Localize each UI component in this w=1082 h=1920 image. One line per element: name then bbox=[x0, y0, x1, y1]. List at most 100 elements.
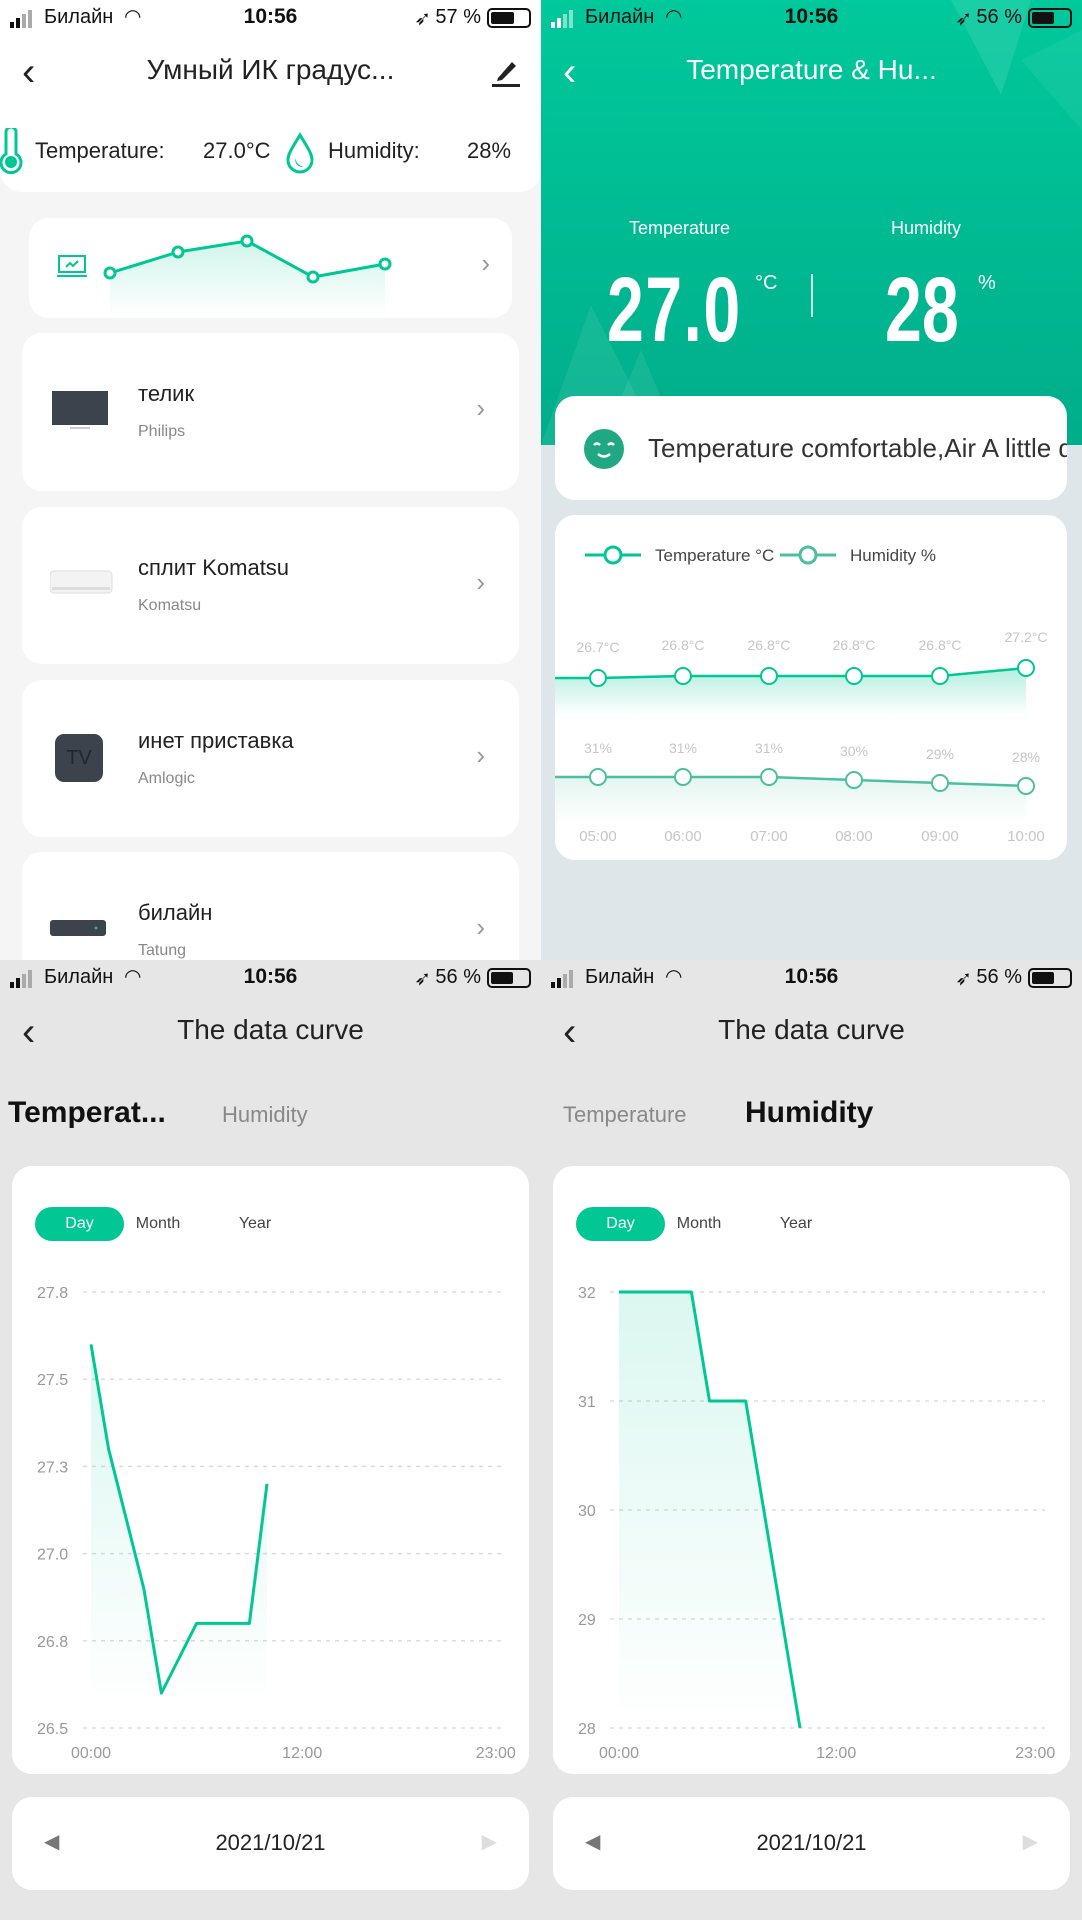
y-tick-label: 31 bbox=[578, 1394, 596, 1411]
device-screen: Билайн ◠ 10:56 ➶ 57 % ‹ Умный ИК градус.… bbox=[0, 0, 541, 960]
area-fill bbox=[91, 1344, 267, 1708]
chevron-right-icon: › bbox=[476, 393, 485, 423]
x-tick-label: 00:00 bbox=[71, 1745, 111, 1762]
next-day-arrow-icon[interactable]: ▶ bbox=[1023, 1829, 1038, 1854]
date-label: 2021/10/21 bbox=[756, 1830, 867, 1855]
device-brand: Komatsu bbox=[138, 597, 202, 614]
device-brand: Amlogic bbox=[138, 770, 195, 787]
data-label: 26.8°C bbox=[833, 637, 876, 653]
device-item[interactable]: билайн Tatung › bbox=[22, 852, 519, 960]
device-name: инет приставка bbox=[138, 728, 294, 753]
x-tick-label: 07:00 bbox=[750, 828, 788, 845]
x-tick-label: 05:00 bbox=[579, 828, 617, 845]
chevron-right-icon: › bbox=[476, 912, 485, 942]
data-point bbox=[589, 669, 607, 687]
battery-icon bbox=[487, 8, 531, 28]
temperature-humidity-screen: Билайн ◠ 10:56 ➶ 56 % ‹ Temperature & Hu… bbox=[541, 0, 1082, 960]
device-item[interactable]: TV инет приставка Amlogic › bbox=[22, 680, 519, 837]
battery-icon bbox=[487, 968, 531, 988]
humidity-value: 28 bbox=[885, 259, 959, 361]
set-top-box-icon bbox=[50, 920, 106, 936]
status-bar: Билайн ◠ 10:56 ➶ 56 % bbox=[0, 960, 541, 996]
edit-icon[interactable] bbox=[490, 56, 522, 88]
data-label: 26.7°C bbox=[577, 639, 620, 655]
y-tick-label: 27.3 bbox=[37, 1459, 68, 1476]
date-selector: ◀ 2021/10/21 ▶ bbox=[553, 1797, 1070, 1890]
page-title: Temperature & Hu... bbox=[686, 54, 937, 85]
y-tick-label: 26.5 bbox=[37, 1721, 68, 1738]
device-item[interactable]: сплит Komatsu Komatsu › bbox=[22, 507, 519, 664]
data-point bbox=[1017, 659, 1035, 677]
tv-icon bbox=[52, 391, 108, 429]
location-icon: ➶ bbox=[955, 8, 972, 30]
temperature-unit: °C bbox=[755, 272, 778, 294]
x-tick-label: 10:00 bbox=[1007, 828, 1045, 845]
tab-temperature[interactable]: Temperature bbox=[563, 1102, 687, 1128]
data-point bbox=[845, 771, 863, 789]
tab-humidity[interactable]: Humidity bbox=[222, 1102, 308, 1128]
chart-card: Day Month Year 32 31 30 29 28 00:00 12:00 23:00 bbox=[553, 1166, 1070, 1774]
x-tick-label: 12:00 bbox=[282, 1745, 322, 1762]
data-label: 30% bbox=[840, 743, 868, 759]
temperature-label: Temperature: bbox=[35, 138, 165, 163]
battery-icon bbox=[1028, 968, 1072, 988]
chevron-right-icon: › bbox=[481, 248, 490, 278]
data-label: 27.2°C bbox=[1005, 629, 1048, 645]
legend-label: Humidity % bbox=[850, 546, 936, 565]
x-tick-label: 23:00 bbox=[1015, 1745, 1055, 1762]
data-label: 31% bbox=[755, 740, 783, 756]
y-tick-label: 27.0 bbox=[37, 1547, 68, 1564]
data-label: 29% bbox=[926, 746, 954, 762]
data-point bbox=[931, 667, 949, 685]
history-area-chart: 32 31 30 29 2800:00 12:00 23:00 bbox=[578, 1285, 1055, 1762]
battery-percent: 56 % bbox=[976, 966, 1022, 988]
legend-marker bbox=[603, 545, 623, 565]
recent-line-chart: Temperature °C Humidity % 26.7°C 26.8°C 26.8… bbox=[555, 545, 1048, 845]
device-brand: Philips bbox=[138, 423, 186, 440]
data-curve-humidity-screen: Билайн ◠ 10:56 ➶ 56 % ‹ The data curve T… bbox=[541, 960, 1082, 1920]
temperature-label: Temperature bbox=[629, 218, 731, 238]
status-bar: Билайн ◠ 10:56 ➶ 56 % bbox=[541, 960, 1082, 996]
page-title: Умный ИК градус... bbox=[146, 54, 395, 85]
battery-icon bbox=[1028, 8, 1072, 28]
status-bar: Билайн ◠ 10:56 ➶ 56 % bbox=[541, 0, 1082, 36]
device-name: сплит Komatsu bbox=[138, 555, 290, 580]
status-bar: Билайн ◠ 10:56 ➶ 57 % bbox=[0, 0, 541, 36]
next-day-arrow-icon[interactable]: ▶ bbox=[482, 1829, 497, 1854]
recent-chart-card[interactable]: Temperature °C Humidity % 26.7°C 26.8°C 26.8… bbox=[555, 515, 1067, 860]
tab-humidity[interactable]: Humidity bbox=[745, 1096, 873, 1130]
y-tick-label: 27.5 bbox=[37, 1372, 68, 1389]
thermometer-icon bbox=[0, 128, 23, 174]
x-tick-label: 09:00 bbox=[921, 828, 959, 845]
device-item[interactable]: телик Philips › bbox=[22, 333, 519, 491]
history-area-chart: 27.8 27.5 27.3 27.0 26.8 26.500:00 12:00 23:00 bbox=[37, 1285, 516, 1762]
comfort-text: Temperature comfortable,Air A little d bbox=[648, 433, 1067, 463]
data-point bbox=[589, 768, 607, 786]
y-tick-label: 26.8 bbox=[37, 1634, 68, 1651]
location-icon: ➶ bbox=[414, 8, 431, 30]
y-tick-label: 27.8 bbox=[37, 1285, 68, 1302]
humidity-unit: % bbox=[978, 272, 996, 294]
tab-temperature[interactable]: Temperat... bbox=[8, 1096, 166, 1130]
data-label: 26.8°C bbox=[748, 637, 791, 653]
humidity-label: Humidity bbox=[891, 218, 962, 238]
chart-card: Day Month Year 27.8 27.5 27.3 27.0 26.8 26.5 0… bbox=[12, 1166, 529, 1774]
data-curve-card[interactable]: › bbox=[29, 218, 512, 318]
y-tick-label: 30 bbox=[578, 1503, 596, 1520]
comfort-card: Temperature comfortable,Air A little d bbox=[555, 396, 1067, 500]
data-label: 26.8°C bbox=[919, 637, 962, 653]
data-label: 31% bbox=[584, 740, 612, 756]
humidity-label: Humidity: bbox=[328, 138, 420, 163]
data-point bbox=[1017, 777, 1035, 795]
data-point bbox=[760, 768, 778, 786]
tv-box-icon: TV bbox=[55, 734, 103, 782]
device-name: телик bbox=[138, 381, 195, 406]
chart-monitor-icon bbox=[57, 255, 87, 277]
battery-percent: 56 % bbox=[435, 966, 481, 988]
x-tick-label: 06:00 bbox=[664, 828, 702, 845]
page-title: The data curve bbox=[177, 1014, 364, 1045]
data-point bbox=[674, 667, 692, 685]
humidity-drop-icon bbox=[286, 132, 314, 174]
y-tick-label: 28 bbox=[578, 1721, 596, 1738]
data-label: 26.8°C bbox=[662, 637, 705, 653]
